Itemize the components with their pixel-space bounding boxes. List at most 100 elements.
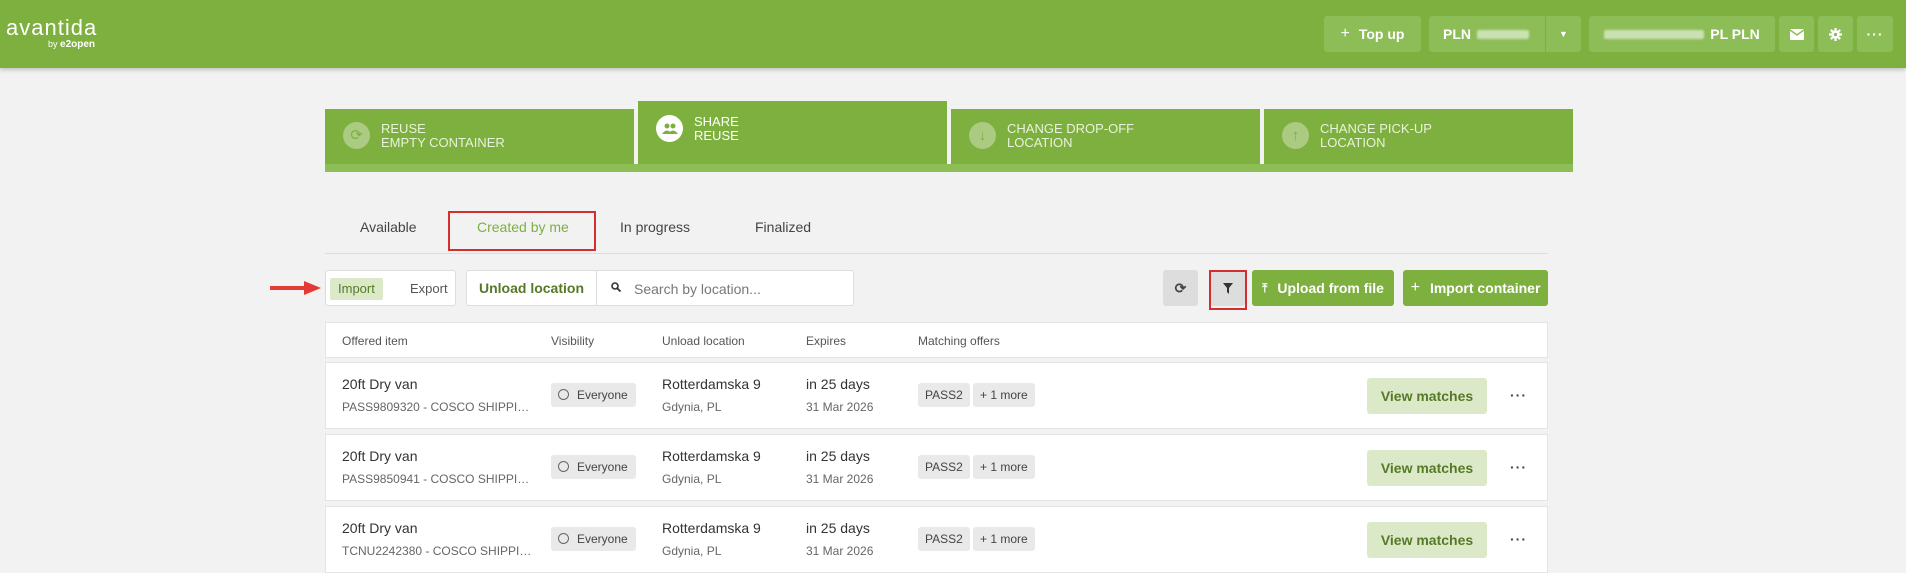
refresh-icon: ⟳ — [1174, 279, 1187, 296]
envelope-icon — [1789, 28, 1804, 40]
ellipsis-icon: ··· — [1866, 26, 1884, 42]
row-actions-ellipsis-icon[interactable]: ··· — [1510, 531, 1527, 547]
more-offers-tag[interactable]: + 1 more — [973, 527, 1035, 551]
plus-icon: + — [1410, 279, 1420, 296]
column-header-offered-item: Offered item — [342, 334, 408, 348]
module-tab-share-reuse[interactable]: SHARE REUSE — [638, 101, 947, 164]
gear-icon — [1829, 27, 1842, 41]
upload-icon: ⤒ — [1262, 280, 1268, 295]
account-menu-button[interactable]: PL PLN — [1589, 16, 1775, 52]
column-header-expires: Expires — [806, 334, 847, 348]
expires-date: 31 Mar 2026 — [806, 544, 874, 558]
module-tab-label: CHANGE PICK-UP LOCATION — [1320, 121, 1432, 150]
redacted-balance — [1477, 29, 1529, 39]
module-tab-reuse-empty-container[interactable]: ⟳ REUSE EMPTY CONTAINER — [325, 109, 634, 164]
module-tabs-underline — [325, 164, 1573, 172]
container-reference: TCNU2242380 - COSCO SHIPPING... — [342, 544, 532, 558]
tab-in-progress[interactable]: In progress — [620, 219, 690, 235]
table-row[interactable]: 20ft Dry van PASS9850941 - COSCO SHIPPIN… — [325, 434, 1548, 501]
location-search-divider — [596, 271, 597, 305]
top-up-button[interactable]: + Top up — [1324, 16, 1421, 52]
offered-item: 20ft Dry van — [342, 520, 418, 536]
currency-label: PLN — [1443, 26, 1471, 42]
unload-city: Gdynia, PL — [662, 400, 722, 414]
unload-location: Rotterdamska 9 — [662, 448, 761, 464]
table-header: Offered item Visibility Unload location … — [325, 322, 1548, 358]
highlight-box-filter — [1209, 270, 1247, 310]
location-search-bar: Unload location — [466, 270, 854, 306]
more-offers-tag[interactable]: + 1 more — [973, 383, 1035, 407]
refresh-button[interactable]: ⟳ — [1163, 270, 1198, 306]
more-offers-tag[interactable]: + 1 more — [973, 455, 1035, 479]
module-tab-change-drop-off-location[interactable]: ↓ CHANGE DROP-OFF LOCATION — [951, 109, 1260, 164]
expires-relative: in 25 days — [806, 520, 870, 536]
matching-offer-tag: PASS2 — [918, 527, 970, 551]
search-icon — [611, 282, 621, 292]
import-export-toggle: Import Export — [325, 270, 456, 306]
tab-finalized[interactable]: Finalized — [755, 219, 811, 235]
location-search-input[interactable] — [632, 276, 846, 302]
account-label: PL PLN — [1710, 26, 1760, 42]
column-header-matching-offers: Matching offers — [918, 334, 1000, 348]
highlight-box-created-by-me — [448, 211, 596, 251]
unload-city: Gdynia, PL — [662, 472, 722, 486]
arrow-up-icon: ↑ — [1282, 122, 1309, 149]
module-tab-label: CHANGE DROP-OFF LOCATION — [1007, 121, 1135, 150]
expires-relative: in 25 days — [806, 448, 870, 464]
upload-from-file-label: Upload from file — [1277, 280, 1384, 296]
avantida-logo[interactable]: avantida by e2open — [6, 17, 97, 51]
arrow-down-icon: ↓ — [969, 122, 996, 149]
container-reference: PASS9809320 - COSCO SHIPPING... — [342, 400, 532, 414]
import-container-label: Import container — [1429, 280, 1541, 296]
view-matches-button[interactable]: View matches — [1367, 378, 1487, 414]
expires-relative: in 25 days — [806, 376, 870, 392]
globe-icon — [558, 533, 569, 544]
subtabs-divider — [325, 253, 1548, 254]
unload-location: Rotterdamska 9 — [662, 376, 761, 392]
red-arrow-annotation — [270, 281, 321, 295]
container-reference: PASS9850941 - COSCO SHIPPING... — [342, 472, 532, 486]
top-up-label: Top up — [1358, 26, 1405, 42]
module-tab-label: REUSE EMPTY CONTAINER — [381, 121, 505, 150]
module-tab-change-pick-up-location[interactable]: ↑ CHANGE PICK-UP LOCATION — [1264, 109, 1573, 164]
unload-city: Gdynia, PL — [662, 544, 722, 558]
visibility-badge: Everyone — [551, 527, 636, 551]
column-header-visibility: Visibility — [551, 334, 595, 348]
view-matches-button[interactable]: View matches — [1367, 450, 1487, 486]
view-matches-button[interactable]: View matches — [1367, 522, 1487, 558]
more-menu-button[interactable]: ··· — [1857, 16, 1893, 52]
offered-item: 20ft Dry van — [342, 376, 418, 392]
export-toggle-option[interactable]: Export — [402, 278, 456, 300]
top-navigation-bar: avantida by e2open + Top up PLN ▼ PL PLN… — [0, 0, 1906, 68]
caret-down-icon: ▼ — [1559, 29, 1568, 39]
import-toggle-option[interactable]: Import — [330, 278, 383, 300]
balance-dropdown-button[interactable]: ▼ — [1546, 16, 1581, 52]
balance-display[interactable]: PLN — [1429, 16, 1545, 52]
import-container-button[interactable]: + Import container — [1403, 270, 1548, 306]
expires-date: 31 Mar 2026 — [806, 472, 874, 486]
visibility-badge: Everyone — [551, 455, 636, 479]
logo-byline: by e2open — [48, 39, 96, 50]
unload-location: Rotterdamska 9 — [662, 520, 761, 536]
offered-item: 20ft Dry van — [342, 448, 418, 464]
people-icon — [656, 115, 683, 142]
expires-date: 31 Mar 2026 — [806, 400, 874, 414]
column-header-unload-location: Unload location — [662, 334, 745, 348]
tab-available[interactable]: Available — [360, 219, 417, 235]
redacted-account-name — [1604, 29, 1705, 39]
unload-location-selector[interactable]: Unload location — [479, 271, 584, 305]
matching-offer-tag: PASS2 — [918, 383, 970, 407]
module-tab-label: SHARE REUSE — [694, 114, 739, 143]
visibility-badge: Everyone — [551, 383, 636, 407]
plus-icon: + — [1340, 25, 1350, 42]
table-row[interactable]: 20ft Dry van TCNU2242380 - COSCO SHIPPIN… — [325, 506, 1548, 573]
settings-button[interactable] — [1818, 16, 1853, 52]
row-actions-ellipsis-icon[interactable]: ··· — [1510, 459, 1527, 475]
recycle-icon: ⟳ — [343, 122, 370, 149]
messages-button[interactable] — [1779, 16, 1814, 52]
table-row[interactable]: 20ft Dry van PASS9809320 - COSCO SHIPPIN… — [325, 362, 1548, 429]
row-actions-ellipsis-icon[interactable]: ··· — [1510, 387, 1527, 403]
globe-icon — [558, 461, 569, 472]
globe-icon — [558, 389, 569, 400]
upload-from-file-button[interactable]: ⤒ Upload from file — [1252, 270, 1394, 306]
